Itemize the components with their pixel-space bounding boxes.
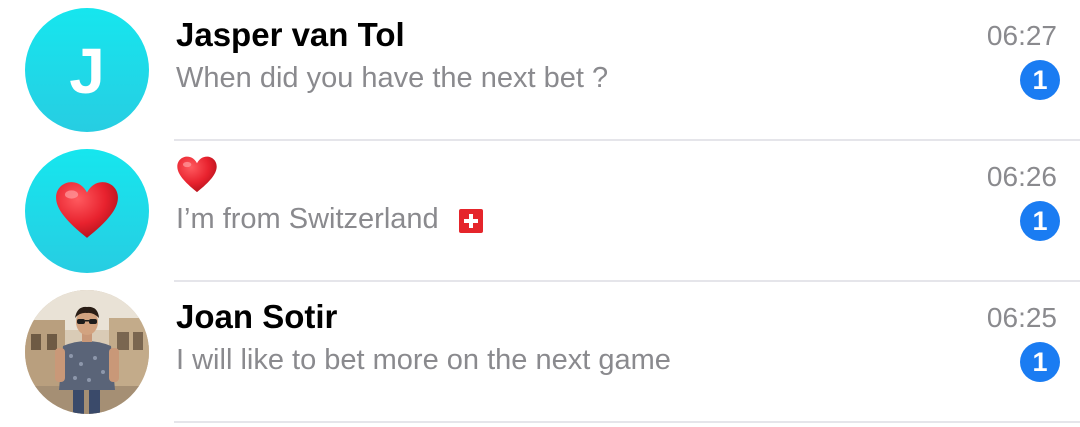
chat-list: J Jasper van Tol When did you have the n… <box>0 0 1080 427</box>
message-preview: I will like to bet more on the next game <box>176 344 671 377</box>
swiss-flag-icon <box>458 208 483 233</box>
unread-badge: 1 <box>1020 201 1060 241</box>
chat-row[interactable]: J Jasper van Tol When did you have the n… <box>0 0 1080 141</box>
divider <box>174 421 1080 423</box>
message-preview-text: I will like to bet more on the next game <box>176 344 671 376</box>
avatar[interactable] <box>25 290 149 414</box>
message-preview-text: I’m from Switzerland <box>176 203 439 235</box>
chat-row[interactable]: I’m from Switzerland 06:26 1 <box>0 141 1080 282</box>
contact-name: Jasper van Tol <box>176 16 405 53</box>
red-heart-icon <box>177 156 217 193</box>
message-time: 06:26 <box>986 161 1057 192</box>
avatar[interactable] <box>25 149 149 273</box>
red-heart-icon <box>56 182 118 238</box>
unread-badge: 1 <box>1020 342 1060 382</box>
message-time: 06:25 <box>986 302 1057 333</box>
unread-badge: 1 <box>1020 60 1060 100</box>
message-preview: I’m from Switzerland <box>176 203 483 236</box>
message-preview: When did you have the next bet ? <box>176 62 608 95</box>
avatar[interactable]: J <box>25 8 149 132</box>
contact-name: Joan Sotir <box>176 298 338 335</box>
avatar-letter: J <box>69 35 105 107</box>
message-preview-text: When did you have the next bet ? <box>176 62 609 94</box>
user-photo <box>25 290 149 414</box>
chat-row[interactable]: Joan Sotir I will like to bet more on th… <box>0 282 1080 423</box>
message-time: 06:27 <box>986 20 1057 51</box>
